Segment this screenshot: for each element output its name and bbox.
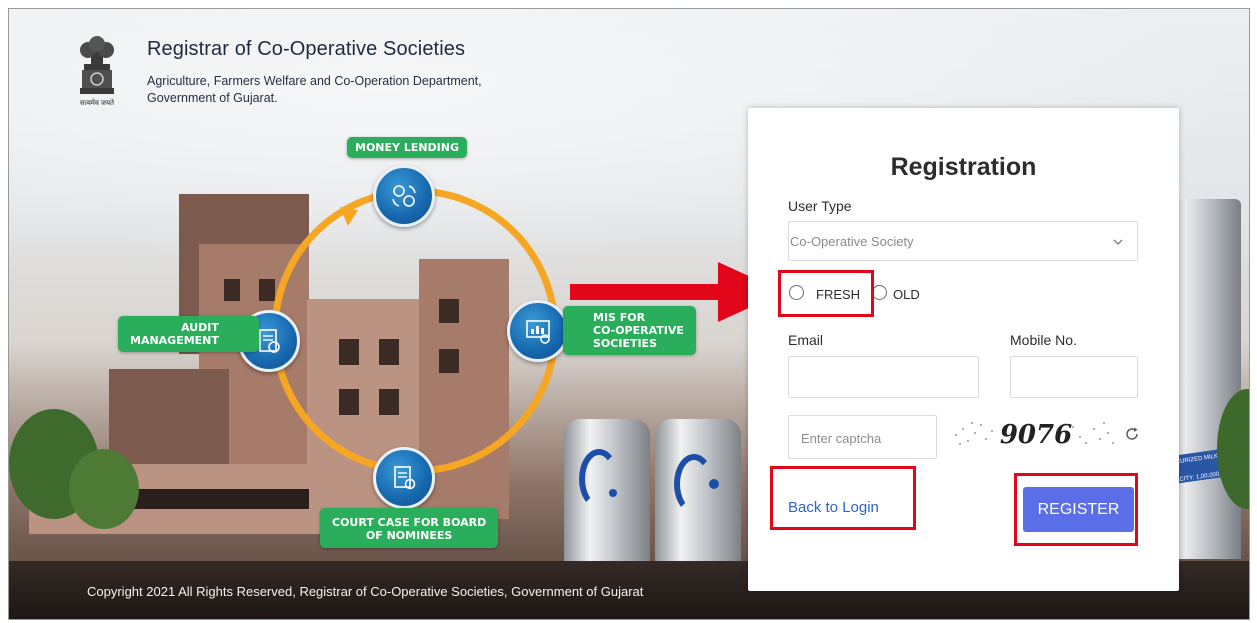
refresh-captcha-icon[interactable] [1124,426,1140,442]
email-label: Email [788,332,824,348]
audit-document-icon [259,329,280,353]
state-emblem-icon [80,36,114,94]
money-lending-tag[interactable]: MONEY LENDING [347,137,468,158]
footer-copyright: Copyright 2021 All Rights Reserved, Regi… [87,584,644,599]
user-type-select[interactable]: Co-Operative Society [788,221,1138,261]
old-radio[interactable] [872,285,887,300]
report-chart-icon [526,320,550,344]
money-exchange-icon [392,185,416,207]
user-type-value: Co-Operative Society [790,234,914,249]
registration-title: Registration [890,153,1037,181]
money-lending-node[interactable] [373,165,435,227]
mobile-label: Mobile No. [1010,332,1077,348]
captcha-image: 9076 [955,420,1114,450]
page-title: Registrar of Co-Operative Societies [147,38,466,60]
old-radio-label[interactable]: OLD [893,287,920,302]
highlight-fresh-radio [778,270,874,317]
mobile-input[interactable] [1010,356,1138,398]
captcha-input[interactable]: Enter captcha [788,415,937,459]
captcha-text: 9076 [1000,420,1072,450]
captcha-placeholder: Enter captcha [801,431,882,446]
email-input[interactable] [788,356,979,398]
mis-node[interactable] [507,300,569,362]
highlight-register-button [1014,473,1138,546]
legal-document-icon [394,466,416,490]
highlight-back-to-login [770,466,916,530]
department-subtitle: Agriculture, Farmers Welfare and Co-Oper… [147,74,482,105]
emblem-motto: सत्यमेव जयते [79,100,115,107]
court-case-node[interactable] [373,447,435,509]
audit-management-tag[interactable]: AUDIT MANAGEMENT [118,316,259,352]
user-type-label: User Type [788,198,852,214]
chevron-down-icon [1113,239,1123,245]
court-case-tag[interactable]: COURT CASE FOR BOARD OF NOMINEES [320,508,499,548]
